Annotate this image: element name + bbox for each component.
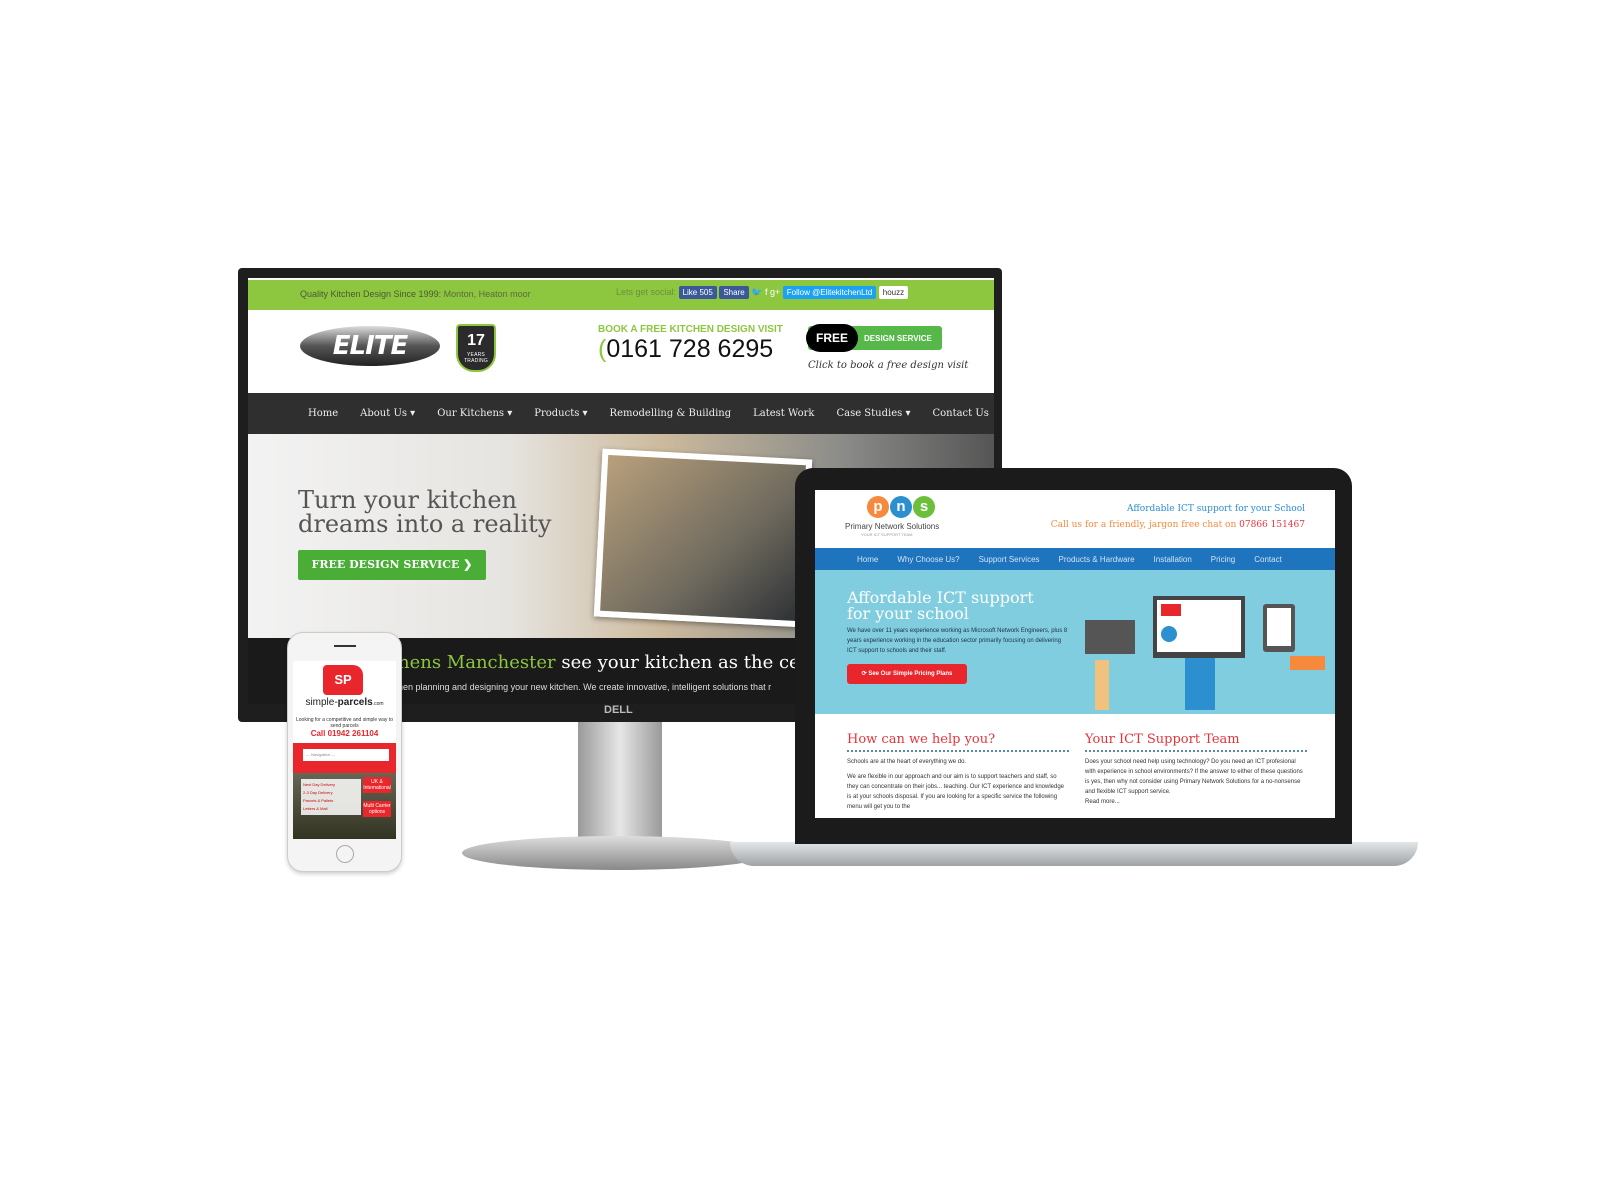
hero-heading: Turn your kitchen dreams into a reality — [298, 486, 552, 538]
pns-nav: Home Why Choose Us? Support Services Pro… — [815, 548, 1335, 570]
laptop: p n s Primary Network Solutions YOUR ICT… — [795, 468, 1352, 844]
elite-logo[interactable]: ELITE — [300, 326, 440, 366]
ict-illustration — [1085, 596, 1325, 710]
sp-wordmark: simple-parcels.com — [305, 697, 384, 708]
sp-logo[interactable]: SP — [323, 665, 363, 695]
years-trading-badge: 17 YEARS TRADING — [456, 324, 496, 372]
read-more-link[interactable]: Read more... — [1085, 797, 1307, 807]
smartphone: SP simple-parcels.com Looking for a comp… — [287, 632, 402, 872]
nav-why[interactable]: Why Choose Us? — [897, 555, 959, 564]
monitor-base — [462, 836, 772, 870]
badge-years: 17 — [467, 332, 485, 349]
header-slogan: Affordable ICT support for your School — [1127, 504, 1305, 514]
hero-text: We have over 11 years experience working… — [847, 628, 1068, 654]
nav-home[interactable]: Home — [308, 408, 338, 419]
multi-carrier-tag[interactable]: Multi Carrier options — [363, 801, 391, 817]
hero-cta-button[interactable]: FREE DESIGN SERVICE ❯ — [298, 550, 486, 580]
pns-content: How can we help you? Schools are at the … — [815, 714, 1335, 818]
houzz-button[interactable]: houzz — [878, 286, 909, 299]
twitter-follow-button[interactable]: Follow @ElitekitchenLtd — [782, 286, 877, 299]
twitter-icon[interactable]: 🐦 — [751, 287, 762, 297]
phone-number[interactable]: (0161 728 6295 — [598, 335, 773, 364]
intro-heading: hens Manchester see your kitchen as the … — [398, 652, 838, 673]
laptop-base — [730, 842, 1418, 866]
nav-remodelling[interactable]: Remodelling & Building — [610, 408, 732, 419]
social-label: Lets get social: — [616, 287, 677, 297]
click-note: Click to book a free design visit — [808, 360, 969, 371]
nav-contact[interactable]: Contact — [1254, 555, 1282, 564]
location: Monton, Heaton moor — [443, 289, 531, 299]
company-name: Primary Network Solutions — [845, 522, 940, 531]
hero-heading: Affordable ICT support for your school — [847, 588, 1034, 623]
intro-text: hen planning and designing your new kitc… — [398, 682, 772, 692]
dell-logo: DELL — [604, 704, 633, 716]
pns-site: p n s Primary Network Solutions YOUR ICT… — [815, 490, 1335, 818]
pricing-plans-button[interactable]: ⟳ See Our Simple Pricing Plans — [847, 664, 967, 684]
navigation-select[interactable]: --- Navigation --- — [303, 749, 389, 761]
nav-contact[interactable]: Contact Us — [932, 408, 988, 419]
nav-support[interactable]: Support Services — [979, 555, 1040, 564]
monitor-stand — [578, 722, 662, 842]
nav-pricing[interactable]: Pricing — [1211, 555, 1235, 564]
help-column: How can we help you? Schools are at the … — [847, 732, 1069, 812]
simple-parcels-site: SP simple-parcels.com Looking for a comp… — [293, 661, 396, 839]
pns-phone[interactable]: 07866 151467 — [1239, 520, 1305, 530]
nav-products[interactable]: Products & Hardware — [1059, 555, 1135, 564]
nav-home[interactable]: Home — [857, 555, 878, 564]
sp-hero: Next Day Delivery 2-3 Day Delivery Parce… — [293, 773, 396, 839]
kitchen-photo — [593, 448, 813, 628]
laptop-illustration — [1085, 620, 1135, 654]
nav-latest-work[interactable]: Latest Work — [753, 408, 814, 419]
free-design-service-button[interactable]: FREE DESIGN SERVICE — [806, 324, 942, 352]
nav-kitchens[interactable]: Our Kitchens ▾ — [437, 408, 512, 419]
nav-case-studies[interactable]: Case Studies ▾ — [836, 408, 910, 419]
pns-hero: Affordable ICT support for your school We… — [815, 570, 1335, 714]
main-nav: Home About Us ▾ Our Kitchens ▾ Products … — [248, 393, 994, 434]
team-heading: Your ICT Support Team — [1085, 732, 1307, 752]
team-column: Your ICT Support Team Does your school n… — [1085, 732, 1307, 807]
pns-header: p n s Primary Network Solutions YOUR ICT… — [815, 490, 1335, 548]
social-bar: Lets get social: Like 505 Share 🐦 f g+ F… — [616, 286, 909, 299]
top-bar: Quality Kitchen Design Since 1999: Monto… — [248, 280, 994, 310]
sp-subtitle: Looking for a competitive and simple way… — [296, 717, 393, 729]
facebook-icon[interactable]: f — [765, 287, 768, 297]
phone-speaker — [334, 645, 356, 647]
book-visit-label: BOOK A FREE KITCHEN DESIGN VISIT — [598, 324, 783, 335]
company-tagline: YOUR ICT SUPPORT TEAM — [861, 532, 913, 537]
service-list: Next Day Delivery 2-3 Day Delivery Parce… — [301, 779, 361, 815]
nav-about[interactable]: About Us ▾ — [360, 408, 415, 419]
facebook-like-button[interactable]: Like 505 — [678, 286, 717, 299]
sp-call[interactable]: Call 01942 261104 — [293, 729, 396, 738]
site-header: ELITE 17 YEARS TRADING BOOK A FREE KITCH… — [248, 310, 994, 393]
help-heading: How can we help you? — [847, 732, 1069, 752]
home-button[interactable] — [336, 845, 354, 863]
badge-subtitle: YEARS TRADING — [464, 352, 488, 364]
pie-illustration — [1161, 626, 1177, 642]
nav-installation[interactable]: Installation — [1154, 555, 1192, 564]
uk-international-tag[interactable]: UK & International — [363, 777, 391, 793]
pns-logo[interactable]: p n s — [867, 496, 935, 518]
tagline: Quality Kitchen Design Since 1999: — [300, 289, 442, 299]
header-call: Call us for a friendly, jargon free chat… — [1050, 520, 1305, 530]
facebook-share-button[interactable]: Share — [719, 286, 749, 299]
nav-products[interactable]: Products ▾ — [534, 408, 587, 419]
google-plus-icon[interactable]: g+ — [770, 287, 780, 297]
